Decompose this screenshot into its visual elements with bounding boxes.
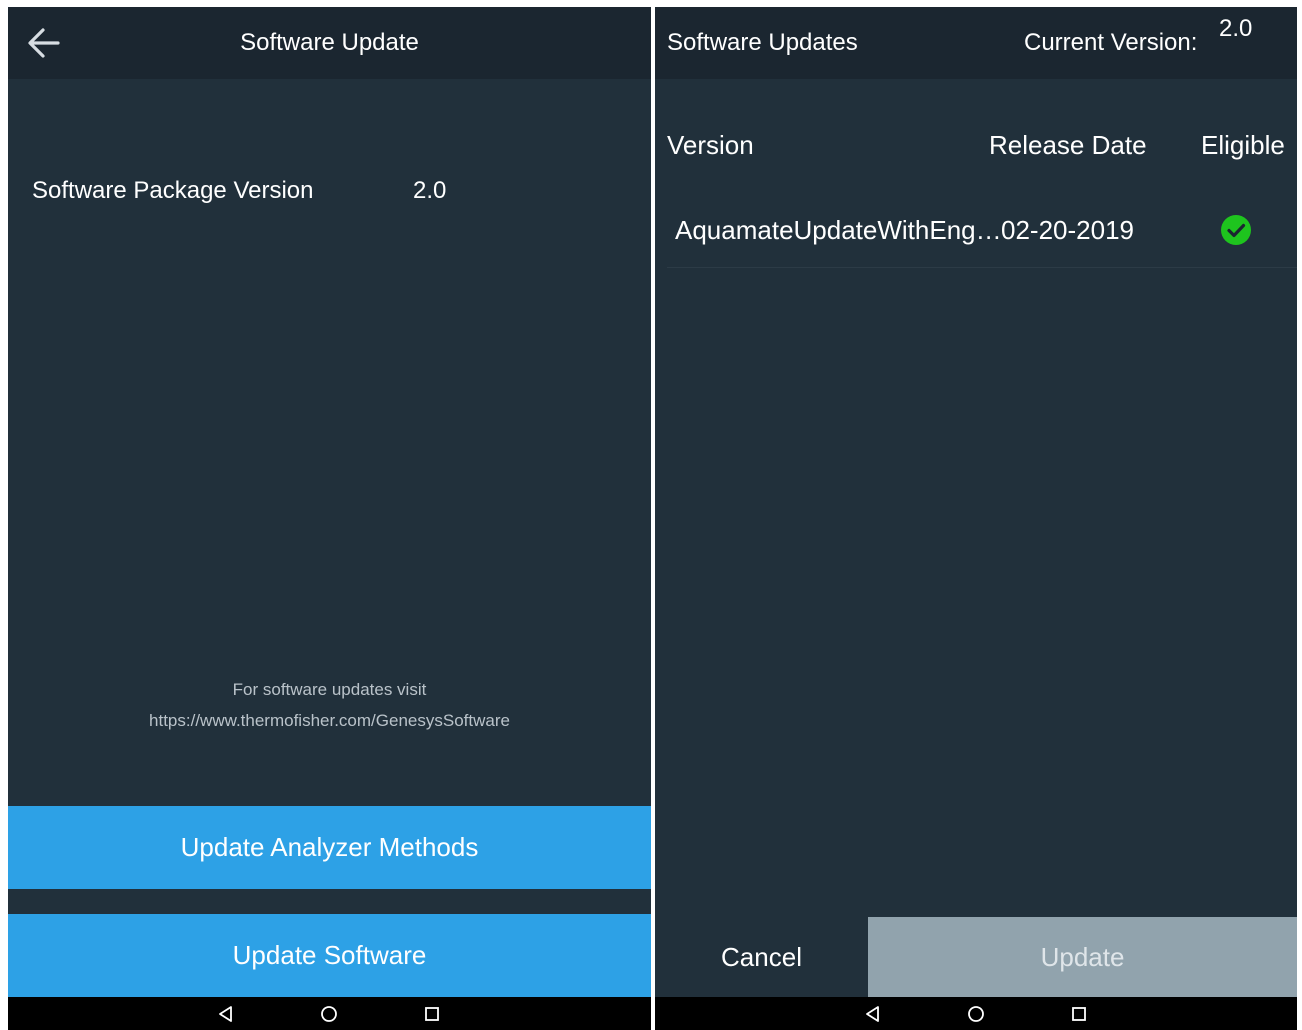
software-updates-dialog: Software Updates Current Version: 2.0 Ve… xyxy=(655,7,1297,1030)
system-nav-bar xyxy=(8,997,651,1030)
current-version-value: 2.0 xyxy=(1219,15,1253,42)
back-triangle-icon[interactable] xyxy=(215,1003,237,1025)
cancel-button[interactable]: Cancel xyxy=(655,917,868,997)
column-header-eligible: Eligible xyxy=(1201,130,1285,160)
software-update-screen: Software Update Software Package Version… xyxy=(8,7,651,1030)
home-circle-icon[interactable] xyxy=(318,1003,340,1025)
info-link[interactable]: https://www.thermofisher.com/GenesysSoft… xyxy=(8,711,651,731)
package-version-label: Software Package Version xyxy=(32,177,314,204)
update-software-label: Update Software xyxy=(232,940,427,970)
back-triangle-icon[interactable] xyxy=(862,1003,884,1025)
update-button[interactable]: Update xyxy=(868,917,1297,997)
update-software-button[interactable]: Update Software xyxy=(8,914,651,997)
recents-square-icon[interactable] xyxy=(421,1003,443,1025)
info-text: For software updates visit xyxy=(232,680,427,699)
check-circle-icon xyxy=(1221,215,1251,245)
cancel-label: Cancel xyxy=(721,941,802,972)
column-header-version: Version xyxy=(667,130,754,160)
recents-square-icon[interactable] xyxy=(1068,1003,1090,1025)
dialog-title: Software Updates xyxy=(667,29,858,56)
update-analyzer-methods-button[interactable]: Update Analyzer Methods xyxy=(8,806,651,889)
row-version: AquamateUpdateWithEng… xyxy=(675,215,1002,245)
current-version-label: Current Version: xyxy=(1024,29,1198,56)
package-version-value: 2.0 xyxy=(413,177,447,204)
app-bar: Software Updates Current Version: 2.0 xyxy=(655,7,1297,79)
column-header-release-date: Release Date xyxy=(989,130,1147,160)
system-nav-bar xyxy=(655,997,1297,1030)
home-circle-icon[interactable] xyxy=(965,1003,987,1025)
update-label: Update xyxy=(1040,941,1125,972)
app-bar: Software Update xyxy=(8,7,651,79)
update-analyzer-methods-label: Update Analyzer Methods xyxy=(180,832,479,862)
table-row[interactable]: AquamateUpdateWithEng… 02-20-2019 xyxy=(667,197,1297,268)
row-release-date: 02-20-2019 xyxy=(1001,215,1134,245)
page-title: Software Update xyxy=(240,29,419,56)
